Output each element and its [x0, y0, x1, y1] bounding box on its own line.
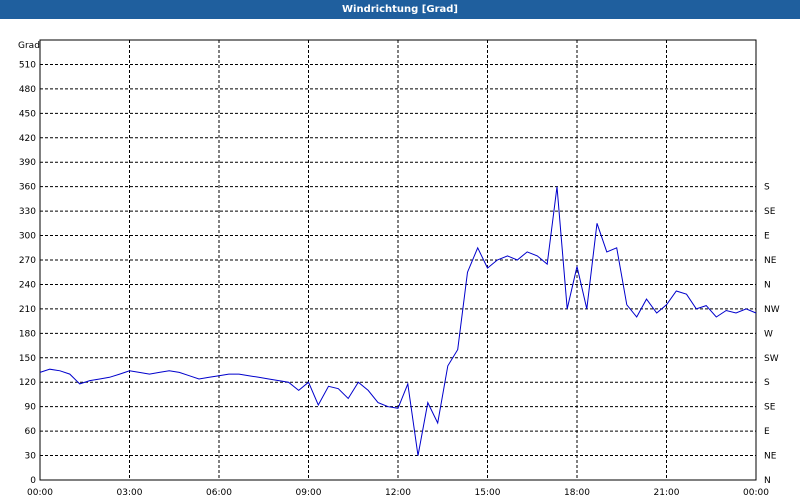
- y-tick-label: 0: [30, 476, 36, 486]
- direction-tick-label: NE: [764, 256, 777, 266]
- direction-tick-label: W: [764, 329, 773, 339]
- y-tick-label: 510: [19, 60, 36, 70]
- window-title: Windrichtung [Grad]: [0, 0, 800, 19]
- y-axis-ticks: 0 30 60 90 120 150 180 210 240 270 300 330 360 390 420…: [19, 60, 36, 486]
- line-chart: Grad 0 30 60 90 120 150 180 210 240 270 300 330 360 3…: [18, 39, 780, 498]
- direction-tick-label: N: [764, 476, 771, 486]
- y-tick-label: 480: [19, 85, 36, 95]
- direction-tick-label: NW: [764, 305, 780, 315]
- direction-axis-ticks: N NE E SE S SW W NW N NE E SE S: [764, 183, 780, 486]
- x-tick-time: 21:00: [654, 488, 680, 498]
- direction-tick-label: E: [764, 232, 770, 242]
- y-tick-label: 390: [19, 158, 36, 168]
- y-tick-label: 180: [19, 329, 36, 339]
- x-axis-ticks: 00:0023.09.2203:0023.09.2206:0023.09.220…: [27, 488, 769, 498]
- gridlines: [40, 40, 756, 480]
- y-tick-label: 240: [19, 280, 36, 290]
- y-tick-label: 360: [19, 183, 36, 193]
- y-tick-label: 210: [19, 305, 36, 315]
- direction-tick-label: S: [764, 183, 770, 193]
- y-tick-label: 150: [19, 354, 36, 364]
- direction-tick-label: SE: [764, 207, 776, 217]
- direction-tick-label: N: [764, 280, 771, 290]
- x-tick-time: 03:00: [117, 488, 143, 498]
- y-tick-label: 270: [19, 256, 36, 266]
- y-tick-label: 420: [19, 134, 36, 144]
- direction-tick-label: SE: [764, 403, 776, 413]
- direction-tick-label: SW: [764, 354, 779, 364]
- chart-area: Grad 0 30 60 90 120 150 180 210 240 270 300 330 360 3…: [0, 19, 800, 500]
- direction-tick-label: NE: [764, 452, 777, 462]
- x-tick-time: 09:00: [296, 488, 322, 498]
- direction-tick-label: S: [764, 378, 770, 388]
- y-tick-label: 90: [25, 403, 37, 413]
- direction-tick-label: E: [764, 427, 770, 437]
- y-tick-label: 450: [19, 109, 36, 119]
- x-tick-time: 06:00: [206, 488, 232, 498]
- y-tick-label: 330: [19, 207, 36, 217]
- x-tick-time: 15:00: [475, 488, 501, 498]
- x-tick-time: 00:00: [743, 488, 769, 498]
- y-tick-label: 30: [25, 452, 37, 462]
- x-tick-time: 00:00: [27, 488, 53, 498]
- y-tick-label: 300: [19, 232, 36, 242]
- y-tick-label: 120: [19, 378, 36, 388]
- y-tick-label: 60: [25, 427, 37, 437]
- x-tick-time: 12:00: [385, 488, 411, 498]
- x-tick-time: 18:00: [564, 488, 590, 498]
- y-axis-label: Grad: [18, 41, 40, 51]
